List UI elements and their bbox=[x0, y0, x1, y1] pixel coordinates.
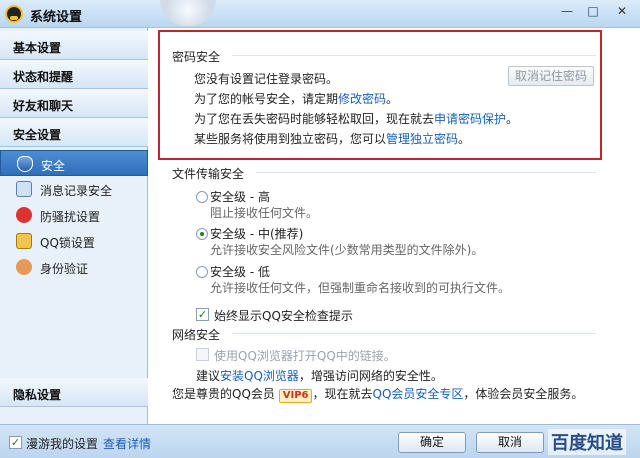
always-show-check-label[interactable]: 始终显示QQ安全检查提示 bbox=[214, 307, 353, 324]
qq-penguin-icon bbox=[5, 5, 23, 23]
sidebar-item-identity[interactable]: 身份验证 bbox=[0, 254, 148, 280]
suggestion-text: 建议 bbox=[196, 369, 221, 383]
divider bbox=[232, 55, 596, 56]
sidebar-item-label: 安全 bbox=[41, 159, 66, 173]
cancel-button[interactable]: 取消 bbox=[476, 432, 544, 453]
password-protect-line: 为了您在丢失密码时能够轻松取回，现在就去申请密码保护。 bbox=[194, 110, 518, 127]
security-level-medium-radio[interactable] bbox=[196, 228, 208, 240]
change-password-line: 为了您的帐号安全，请定期修改密码。 bbox=[194, 90, 398, 107]
apply-password-protection-link[interactable]: 申请密码保护 bbox=[434, 112, 506, 126]
close-button[interactable]: ✕ bbox=[608, 2, 636, 20]
member-security-zone-link[interactable]: QQ会员安全专区 bbox=[373, 387, 464, 401]
maximize-button[interactable]: □ bbox=[582, 2, 604, 20]
change-password-text: 为了您的帐号安全，请定期 bbox=[194, 92, 339, 106]
security-level-high-desc: 阻止接收任何文件。 bbox=[210, 206, 319, 220]
roam-settings-checkbox[interactable]: ✓ bbox=[9, 436, 22, 449]
category-friends-chat[interactable]: 好友和聊天 bbox=[0, 89, 148, 118]
minimize-button[interactable]: — bbox=[556, 2, 578, 20]
category-basic[interactable]: 基本设置 bbox=[0, 31, 148, 60]
ok-button[interactable]: 确定 bbox=[398, 432, 466, 453]
member-text-end: ，体验会员安全服务。 bbox=[463, 387, 584, 401]
security-level-high-radio[interactable] bbox=[196, 191, 208, 203]
punctuation: 。 bbox=[506, 112, 519, 126]
settings-sidebar: 基本设置 状态和提醒 好友和聊天 安全设置 安全 消息记录安全 防骚扰设置 QQ… bbox=[0, 28, 148, 424]
member-text-mid: ，现在就去 bbox=[312, 387, 373, 401]
vip-badge: VIP6 bbox=[278, 389, 313, 403]
lock-icon bbox=[16, 233, 32, 249]
use-qq-browser-checkbox[interactable] bbox=[196, 348, 209, 361]
security-level-high-label[interactable]: 安全级 - 高 bbox=[210, 188, 270, 205]
title-bar: 系统设置 — □ ✕ bbox=[0, 0, 640, 28]
independent-password-text: 某些服务将使用到独立密码，您可以 bbox=[194, 132, 387, 146]
install-qq-browser-link[interactable]: 安装QQ浏览器 bbox=[220, 369, 299, 383]
browser-suggestion-line: 建议安装QQ浏览器，增强访问网络的安全性。 bbox=[196, 367, 443, 384]
manage-independent-password-link[interactable]: 管理独立密码 bbox=[386, 132, 458, 146]
category-privacy[interactable]: 隐私设置 bbox=[0, 378, 148, 407]
punctuation: 。 bbox=[386, 92, 399, 106]
security-level-medium-desc: 允许接收安全风险文件(少数常用类型的文件除外)。 bbox=[210, 243, 484, 257]
category-status[interactable]: 状态和提醒 bbox=[0, 60, 148, 89]
file-transfer-section-title: 文件传输安全 bbox=[172, 167, 245, 181]
password-protect-text: 为了您在丢失密码时能够轻松取回，现在就去 bbox=[194, 112, 435, 126]
view-details-link[interactable]: 查看详情 bbox=[103, 435, 151, 452]
cancel-remember-password-button[interactable]: 取消记住密码 bbox=[508, 66, 594, 86]
window-title: 系统设置 bbox=[30, 10, 83, 25]
independent-password-line: 某些服务将使用到独立密码，您可以管理独立密码。 bbox=[194, 130, 470, 147]
sidebar-item-anti-harass[interactable]: 防骚扰设置 bbox=[0, 202, 148, 228]
always-show-check-checkbox[interactable]: ✓ bbox=[196, 308, 209, 321]
mascot-decoration bbox=[160, 0, 216, 26]
baidu-zhidao-watermark: 百度知道 bbox=[548, 429, 626, 455]
category-security[interactable]: 安全设置 bbox=[0, 118, 148, 147]
settings-content: 密码安全 您没有设置记住登录密码。 取消记住密码 为了您的帐号安全，请定期修改密… bbox=[148, 28, 640, 424]
sidebar-item-label: QQ锁设置 bbox=[40, 236, 95, 250]
use-qq-browser-label: 使用QQ浏览器打开QQ中的链接。 bbox=[214, 349, 396, 363]
sidebar-item-label: 身份验证 bbox=[40, 262, 89, 276]
sidebar-item-label: 消息记录安全 bbox=[40, 184, 113, 198]
member-text: 您是尊贵的QQ会员 bbox=[172, 387, 275, 401]
password-status-text: 您没有设置记住登录密码。 bbox=[194, 72, 339, 86]
security-level-low-desc: 允许接收任何文件，但强制重命名接收到的可执行文件。 bbox=[210, 281, 511, 295]
change-password-link[interactable]: 修改密码 bbox=[338, 92, 386, 106]
sidebar-item-label: 防骚扰设置 bbox=[40, 210, 101, 224]
member-security-line: 您是尊贵的QQ会员 VIP6 ，现在就去QQ会员安全专区，体验会员安全服务。 bbox=[172, 385, 583, 403]
sidebar-item-message-log[interactable]: 消息记录安全 bbox=[0, 176, 148, 202]
security-level-medium-label[interactable]: 安全级 - 中(推荐) bbox=[210, 225, 303, 242]
message-log-icon bbox=[16, 181, 32, 197]
suggestion-text-end: ，增强访问网络的安全性。 bbox=[298, 369, 443, 383]
user-verify-icon bbox=[16, 259, 32, 275]
bottom-bar: ✓ 漫游我的设置 查看详情 确定 取消 百度知道 bbox=[0, 424, 640, 458]
security-level-low-label[interactable]: 安全级 - 低 bbox=[210, 263, 270, 280]
password-section-title: 密码安全 bbox=[172, 50, 221, 64]
roam-settings-label[interactable]: 漫游我的设置 bbox=[26, 435, 98, 452]
divider bbox=[232, 333, 596, 334]
shield-icon bbox=[17, 156, 33, 172]
punctuation: 。 bbox=[458, 132, 471, 146]
divider bbox=[256, 172, 596, 173]
sidebar-item-qq-lock[interactable]: QQ锁设置 bbox=[0, 228, 148, 254]
sidebar-item-security[interactable]: 安全 bbox=[0, 150, 148, 176]
anti-harass-icon bbox=[16, 207, 32, 223]
network-section-title: 网络安全 bbox=[172, 328, 221, 342]
security-level-low-radio[interactable] bbox=[196, 266, 208, 278]
